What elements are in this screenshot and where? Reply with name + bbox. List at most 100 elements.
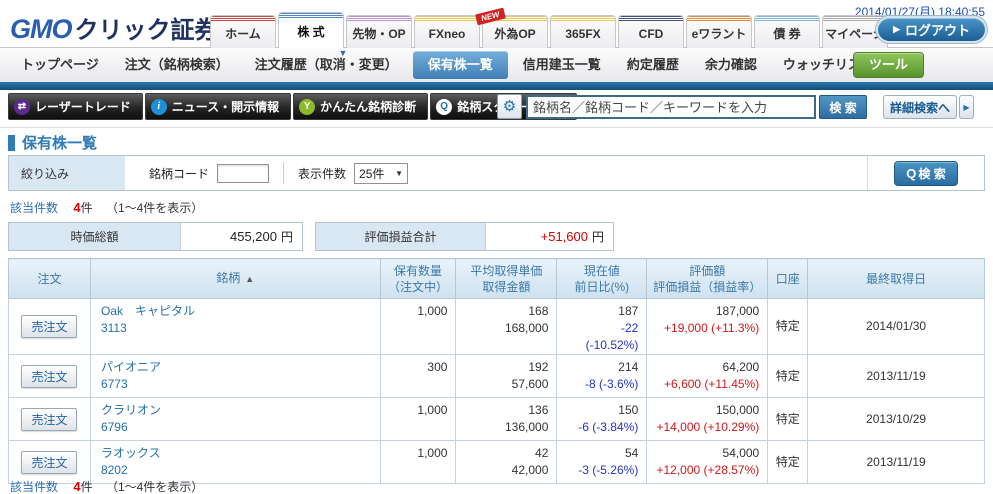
search-settings-button[interactable]: ⚙ — [497, 94, 522, 119]
sort-asc-icon: ▲ — [245, 274, 254, 284]
last-acquired-date: 2013/10/29 — [808, 398, 985, 441]
stock-name-link[interactable]: Oak キャピタル — [101, 303, 372, 320]
tab-home[interactable]: ホーム — [210, 15, 276, 48]
nav-item-margin-positions[interactable]: 信用建玉一覧 — [510, 48, 614, 82]
result-count-bottom: 該当件数 4件 （1～4件を表示） — [10, 478, 203, 494]
account-type: 特定 — [768, 441, 808, 484]
stock-name-link[interactable]: ラオックス — [101, 445, 372, 462]
tab-365fx[interactable]: 365FX — [550, 15, 616, 48]
logo-gmo: GMO — [10, 14, 72, 44]
day-change: -3 (-5.26%) — [565, 462, 638, 479]
holdings-table: 注文 銘柄▲ 保有数量（注文中） 平均取得単価取得金額 現在値前日比(%) 評価… — [8, 258, 985, 484]
nav-divider-bar — [0, 82, 993, 90]
sell-order-button[interactable]: 売注文 — [21, 315, 77, 338]
result-range: （1～4件を表示） — [106, 480, 203, 494]
advanced-search-arrow-icon[interactable]: ▶ — [959, 95, 974, 119]
page-title: 保有株一覧 — [8, 132, 97, 153]
stock-code[interactable]: 8202 — [101, 462, 372, 479]
result-range: （1～4件を表示） — [106, 201, 203, 215]
cost: 136,000 — [464, 419, 548, 436]
quantity-cell: 1,000 — [380, 398, 456, 441]
cost: 168,000 — [464, 320, 548, 337]
tools-button[interactable]: ツール — [853, 52, 924, 78]
table-row: 売注文 Oak キャピタル3113 1,000 168168,000 187-2… — [9, 299, 985, 355]
pl-total-label: 評価損益合計 — [316, 223, 486, 250]
stock-code[interactable]: 6796 — [101, 419, 372, 436]
account-type: 特定 — [768, 398, 808, 441]
col-avg-price: 平均取得単価取得金額 — [456, 259, 557, 299]
stock-code[interactable]: 6773 — [101, 376, 372, 393]
avg-price: 136 — [464, 402, 548, 419]
chevron-down-icon: ▼ — [395, 169, 403, 178]
stock-name-link[interactable]: パイオニア — [101, 359, 372, 376]
valuation: 150,000 — [655, 402, 759, 419]
col-name-sortable[interactable]: 銘柄▲ — [90, 259, 380, 299]
stock-code[interactable]: 3113 — [101, 320, 372, 337]
tab-fxneo[interactable]: FXneo — [414, 15, 480, 48]
news-disclosure-button[interactable]: i ニュース・開示情報 — [145, 93, 291, 120]
market-value-box: 時価総額 455,200 円 — [8, 222, 303, 251]
current-price: 150 — [565, 402, 638, 419]
result-count-top: 該当件数 4件 （1～4件を表示） — [10, 199, 203, 216]
nav-item-buying-power[interactable]: 余力確認 — [692, 48, 770, 82]
easy-diagnosis-button[interactable]: Y かんたん銘柄診断 — [293, 93, 428, 120]
divider — [0, 127, 993, 128]
search-button[interactable]: 検 索 — [819, 95, 867, 119]
last-acquired-date: 2013/11/19 — [808, 355, 985, 398]
sell-order-button[interactable]: 売注文 — [21, 365, 77, 388]
valuation: 54,000 — [655, 445, 759, 462]
quantity-cell: 1,000 — [380, 441, 456, 484]
top-header: GMOクリック証券 2014/01/27(月) 18:40:55 ホーム 株 式… — [0, 0, 993, 48]
laser-trade-button[interactable]: ⇄ レーザートレード — [8, 93, 143, 120]
stock-search-input[interactable] — [526, 95, 816, 119]
nav-item-holdings[interactable]: 保有株一覧 — [413, 51, 508, 79]
display-count-select[interactable]: 25件 ▼ — [354, 163, 408, 184]
cost: 57,600 — [464, 376, 548, 393]
valuation: 64,200 — [655, 359, 759, 376]
info-icon: i — [151, 99, 167, 115]
avg-price: 42 — [464, 445, 548, 462]
filter-search-button[interactable]: Q 検 索 — [894, 161, 957, 186]
current-price: 214 — [565, 359, 638, 376]
col-current-price: 現在値前日比(%) — [557, 259, 647, 299]
table-row: 売注文 パイオニア6773 300 19257,600 214-8 (-3.6%… — [9, 355, 985, 398]
current-price: 187 — [565, 303, 638, 320]
account-type: 特定 — [768, 299, 808, 355]
advanced-search-button[interactable]: 詳細検索へ — [883, 95, 957, 119]
day-change: -8 (-3.6%) — [565, 376, 638, 393]
col-valuation: 評価額評価損益（損益率） — [647, 259, 768, 299]
nav-item-executions[interactable]: 約定履歴 — [614, 48, 692, 82]
last-acquired-date: 2014/01/30 — [808, 299, 985, 355]
filter-panel: 絞り込み 銘柄コード 表示件数 25件 ▼ Q 検 索 — [8, 155, 985, 191]
tab-stocks[interactable]: 株 式 — [278, 12, 344, 48]
logout-arrow-icon: ▶ — [893, 24, 900, 35]
logout-button[interactable]: ▶ ログアウト — [876, 16, 987, 43]
nav-item-top-page[interactable]: トップページ — [8, 48, 112, 82]
profit-loss: +6,600 (+11.45%) — [655, 376, 759, 393]
profit-loss: +12,000 (+28.57%) — [655, 462, 759, 479]
divider — [283, 162, 284, 184]
magnifier-icon: Q — [436, 99, 452, 115]
app-window: GMOクリック証券 2014/01/27(月) 18:40:55 ホーム 株 式… — [0, 0, 993, 494]
cost: 42,000 — [464, 462, 548, 479]
title-marker — [8, 135, 15, 151]
sell-order-button[interactable]: 売注文 — [21, 408, 77, 431]
tab-cfd[interactable]: CFD — [618, 15, 684, 48]
stock-code-input[interactable] — [217, 164, 269, 183]
tab-bonds[interactable]: 債 券 — [754, 15, 820, 48]
tab-ewarrant[interactable]: eワラント — [686, 15, 752, 48]
pl-total-box: 評価損益合計 +51,600 円 — [315, 222, 614, 251]
tab-gaitame-op[interactable]: NEW外為OP — [482, 15, 548, 48]
summary-panel: 時価総額 455,200 円 評価損益合計 +51,600 円 — [8, 222, 614, 251]
tab-futures-op[interactable]: 先物・OP — [346, 15, 412, 48]
account-type: 特定 — [768, 355, 808, 398]
market-value-label: 時価総額 — [9, 223, 181, 250]
brand-logo: GMOクリック証券 — [10, 10, 219, 45]
quantity-cell: 300 — [380, 355, 456, 398]
last-acquired-date: 2013/11/19 — [808, 441, 985, 484]
stock-name-link[interactable]: クラリオン — [101, 402, 372, 419]
sell-order-button[interactable]: 売注文 — [21, 451, 77, 474]
profit-loss: +19,000 (+11.3%) — [655, 320, 759, 337]
avg-price: 192 — [464, 359, 548, 376]
nav-item-order[interactable]: 注文（銘柄検索） — [112, 48, 242, 82]
